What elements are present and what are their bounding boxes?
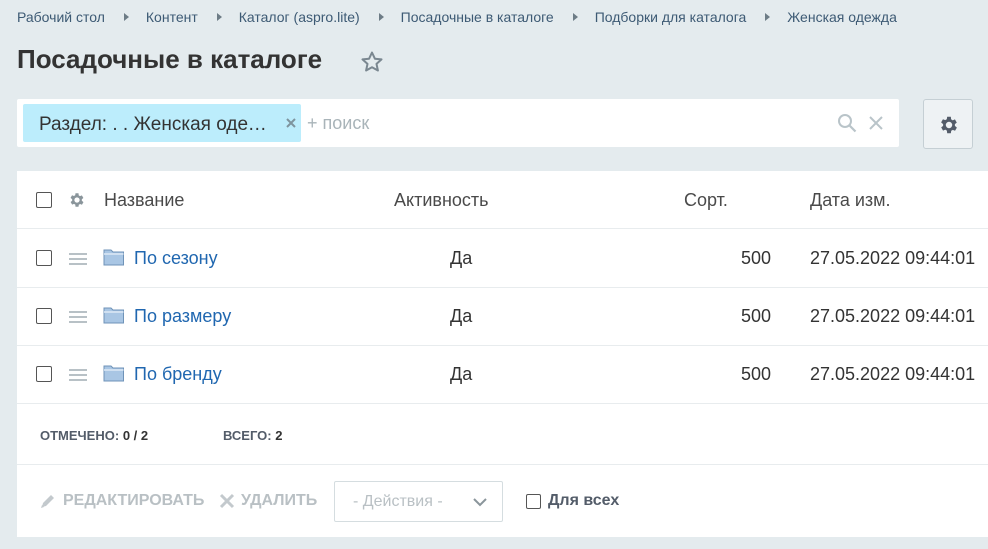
filter-chip-label: Раздел: . . Женская одежда — [39, 114, 271, 135]
filter-bar: Раздел: . . Женская одежда — [17, 99, 899, 147]
filter-chip-section[interactable]: Раздел: . . Женская одежда — [23, 104, 301, 142]
total-count: Всего: 2 — [223, 428, 282, 443]
selected-count: Отмечено: 0 / 2 — [40, 428, 148, 443]
item-sort: 500 — [741, 248, 772, 268]
column-header-activity[interactable]: Активность — [394, 190, 489, 211]
breadcrumb-item-womens[interactable]: Женская одежда — [787, 9, 897, 25]
delete-label: Удалить — [241, 492, 318, 509]
folder-icon — [103, 307, 124, 324]
gear-icon — [941, 116, 957, 134]
item-activity: Да — [450, 248, 473, 268]
search-input[interactable] — [307, 108, 807, 138]
chevron-right-icon — [378, 13, 384, 21]
drag-handle-icon[interactable] — [68, 309, 88, 325]
item-activity: Да — [450, 364, 473, 384]
table-row[interactable]: По сезону Да 500 27.05.2022 09:44:01 — [17, 230, 988, 288]
breadcrumb-item-collections[interactable]: Подборки для каталога — [595, 9, 747, 25]
breadcrumb-item-desktop[interactable]: Рабочий стол — [17, 9, 105, 25]
item-name-link[interactable]: По размеру — [134, 306, 231, 327]
item-sort: 500 — [741, 364, 772, 384]
chevron-down-icon — [473, 498, 487, 507]
breadcrumb-item-catalog[interactable]: Каталог (aspro.lite) — [239, 9, 360, 25]
item-date: 27.05.2022 09:44:01 — [810, 248, 976, 268]
for-all-checkbox[interactable] — [526, 494, 541, 509]
folder-icon — [103, 249, 124, 266]
drag-handle-icon[interactable] — [68, 367, 88, 383]
chevron-right-icon — [572, 13, 578, 21]
star-icon[interactable] — [360, 50, 384, 74]
item-date: 27.05.2022 09:44:01 — [810, 364, 976, 384]
actions-select[interactable]: - Действия - — [334, 481, 503, 522]
row-checkbox[interactable] — [36, 308, 52, 324]
table-row[interactable]: По размеру Да 500 27.05.2022 09:44:01 — [17, 288, 988, 346]
row-checkbox[interactable] — [36, 250, 52, 266]
item-name-link[interactable]: По сезону — [134, 248, 218, 269]
total-label: Всего: — [223, 428, 272, 443]
selected-value: 0 / 2 — [122, 428, 149, 443]
folder-icon — [103, 365, 124, 382]
column-header-name[interactable]: Название — [104, 190, 184, 211]
chevron-right-icon — [765, 13, 771, 21]
column-header-date[interactable]: Дата изм. — [810, 190, 891, 211]
settings-button[interactable] — [923, 99, 973, 149]
drag-handle-icon[interactable] — [68, 251, 88, 267]
search-icon[interactable] — [837, 113, 857, 133]
total-value: 2 — [275, 428, 283, 443]
breadcrumb-item-landing[interactable]: Посадочные в каталоге — [401, 9, 554, 25]
breadcrumb-item-content[interactable]: Контент — [146, 9, 198, 25]
group-actions-bar: Редактировать Удалить - Действия - Для в… — [17, 464, 988, 537]
chevron-right-icon — [216, 13, 222, 21]
chevron-right-icon — [123, 13, 129, 21]
selected-label: Отмечено: — [40, 428, 120, 443]
actions-select-label: - Действия - — [353, 493, 443, 510]
item-name-link[interactable]: По бренду — [134, 364, 222, 385]
table-summary: Отмечено: 0 / 2 Всего: 2 — [17, 405, 988, 463]
row-checkbox[interactable] — [36, 366, 52, 382]
gear-icon[interactable] — [68, 191, 86, 209]
item-sort: 500 — [741, 306, 772, 326]
table-row[interactable]: По бренду Да 500 27.05.2022 09:44:01 — [17, 346, 988, 404]
close-icon — [219, 493, 235, 509]
items-table: Название Активность Сорт. Дата изм. По с… — [17, 171, 988, 537]
pencil-icon — [41, 495, 54, 508]
item-date: 27.05.2022 09:44:01 — [810, 306, 976, 326]
column-header-sort[interactable]: Сорт. — [684, 190, 728, 211]
table-header: Название Активность Сорт. Дата изм. — [17, 171, 988, 229]
for-all-label[interactable]: Для всех — [548, 492, 619, 510]
breadcrumb: Рабочий стол Контент Каталог (aspro.lite… — [17, 9, 897, 25]
close-icon[interactable] — [868, 115, 884, 131]
close-icon[interactable] — [283, 115, 299, 131]
item-activity: Да — [450, 306, 473, 326]
select-all-checkbox[interactable] — [36, 192, 52, 208]
delete-button[interactable]: Удалить — [219, 485, 317, 517]
page-title: Посадочные в каталоге — [17, 44, 323, 74]
edit-label: Редактировать — [63, 492, 205, 509]
edit-button[interactable]: Редактировать — [39, 485, 204, 517]
